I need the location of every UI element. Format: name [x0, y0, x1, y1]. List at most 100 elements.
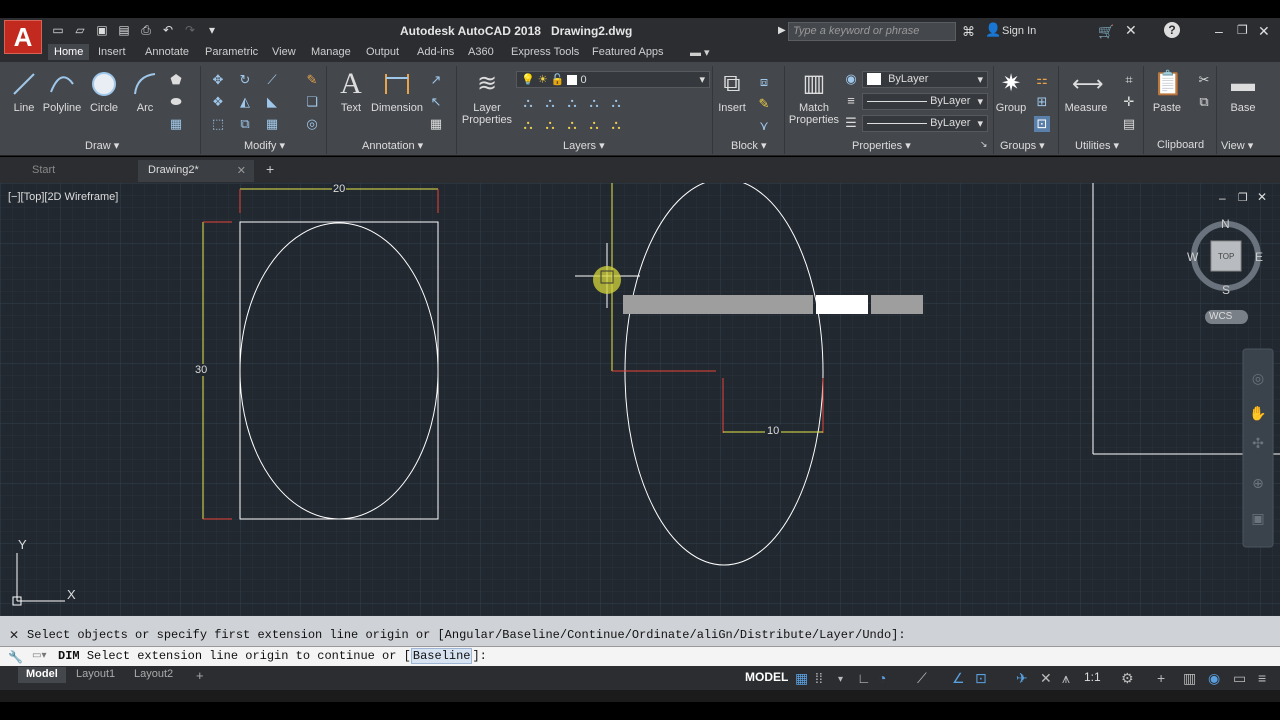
- arc-tool[interactable]: Arc: [118, 70, 172, 114]
- rotate-icon[interactable]: ↻: [237, 72, 253, 88]
- group-label-clipboard[interactable]: Clipboard: [1157, 139, 1204, 151]
- tab-manage[interactable]: Manage: [311, 46, 351, 58]
- lineweight-dropdown[interactable]: ByLayer ▾: [862, 93, 988, 110]
- edit-block-icon[interactable]: ✎: [756, 96, 772, 112]
- steering-wheel-icon[interactable]: ◎: [1252, 371, 1264, 387]
- group-label-layers[interactable]: Layers ▾: [563, 139, 605, 152]
- search-input[interactable]: Type a keyword or phrase: [788, 22, 956, 41]
- isodraft-icon[interactable]: ⟋: [917, 670, 927, 687]
- layer-tool-icon[interactable]: ⛬: [520, 117, 536, 133]
- showmotion-icon[interactable]: ▣: [1251, 511, 1264, 527]
- group-label-groups[interactable]: Groups ▾: [1000, 139, 1045, 152]
- layout-tab-layout1[interactable]: Layout1: [68, 667, 123, 683]
- layer-tool-icon[interactable]: ⛬: [586, 95, 602, 111]
- command-customize-icon[interactable]: 🔧: [8, 650, 23, 664]
- measure-tool[interactable]: ⟷ Measure: [1059, 70, 1113, 114]
- orbit-icon[interactable]: ⊕: [1252, 476, 1264, 492]
- polygon-icon[interactable]: ⬟: [168, 72, 184, 88]
- close-window-icon[interactable]: ✕: [1258, 23, 1270, 40]
- group-label-modify[interactable]: Modify ▾: [244, 139, 285, 152]
- object-snap-icon[interactable]: ⊡: [975, 670, 987, 687]
- leader-icon[interactable]: ↗: [428, 72, 444, 88]
- new-tab-button[interactable]: +: [260, 160, 280, 182]
- group-label-utilities[interactable]: Utilities ▾: [1075, 139, 1119, 152]
- undo-icon[interactable]: ↶: [160, 22, 176, 38]
- object-snap-tracking-icon[interactable]: ∠: [952, 670, 965, 687]
- cart-icon[interactable]: 🛒: [1098, 24, 1114, 40]
- layer-properties-tool[interactable]: ≋ Layer Properties: [460, 70, 514, 126]
- paste-tool[interactable]: 📋 Paste: [1140, 70, 1194, 114]
- snap-mode-icon[interactable]: ⁞⁞: [815, 670, 823, 686]
- cut-icon[interactable]: ✂: [1196, 72, 1212, 88]
- group-edit-icon[interactable]: ⊞: [1034, 94, 1050, 110]
- annotation-monitor-icon[interactable]: +: [1157, 670, 1165, 686]
- match-properties-tool[interactable]: ▥ Match Properties: [787, 70, 841, 126]
- save-icon[interactable]: ▣: [94, 22, 110, 38]
- table-icon[interactable]: ▦: [428, 116, 444, 132]
- layout-tab-layout2[interactable]: Layout2: [126, 667, 181, 683]
- command-prompt[interactable]: DIM Select extension line origin to cont…: [58, 648, 487, 664]
- exchange-icon[interactable]: ✕: [1125, 22, 1137, 39]
- new-file-icon[interactable]: ▭: [50, 22, 66, 38]
- zoom-icon[interactable]: ✣: [1252, 436, 1264, 452]
- open-file-icon[interactable]: ▱: [72, 22, 88, 38]
- copy-clip-icon[interactable]: ⧉: [1196, 94, 1212, 110]
- group-label-annotation[interactable]: Annotation ▾: [362, 139, 423, 152]
- scale-icon[interactable]: ⧉: [237, 116, 253, 132]
- linetype-icon[interactable]: ☰: [843, 115, 859, 131]
- tab-featured-apps[interactable]: Featured Apps: [592, 46, 664, 58]
- dimension-tool[interactable]: Dimension: [370, 70, 424, 114]
- annotation-scale-icon[interactable]: ⩚: [1062, 670, 1070, 687]
- print-icon[interactable]: ⎙: [138, 22, 154, 38]
- trim-icon[interactable]: ⟋: [264, 72, 280, 88]
- layer-tool-icon[interactable]: ⛬: [608, 95, 624, 111]
- linetype-dropdown[interactable]: ByLayer ▾: [862, 115, 988, 132]
- isolate-objects-icon[interactable]: ◉: [1208, 670, 1220, 687]
- layer-tool-icon[interactable]: ⛬: [608, 117, 624, 133]
- customization-icon[interactable]: ≡: [1258, 670, 1266, 686]
- group-select-icon[interactable]: ⊡: [1034, 116, 1050, 132]
- id-point-icon[interactable]: ✛: [1121, 94, 1137, 110]
- move-icon[interactable]: ✥: [210, 72, 226, 88]
- ungroup-icon[interactable]: ⚏: [1034, 72, 1050, 88]
- sign-in-button[interactable]: Sign In: [1002, 25, 1036, 37]
- group-label-draw[interactable]: Draw ▾: [85, 139, 119, 152]
- viewcube-north[interactable]: N: [1221, 217, 1230, 231]
- save-as-icon[interactable]: ▤: [116, 22, 132, 38]
- calculator-icon[interactable]: ▤: [1121, 116, 1137, 132]
- layer-dropdown[interactable]: 💡 ☀ 🔓 0 ▾: [516, 71, 710, 88]
- layer-tool-icon[interactable]: ⛬: [542, 95, 558, 111]
- tab-express-tools[interactable]: Express Tools: [511, 46, 579, 58]
- base-view-tool[interactable]: ▬ Base: [1216, 70, 1270, 114]
- viewcube-west[interactable]: W: [1187, 250, 1198, 264]
- offset-icon[interactable]: ◎: [304, 116, 320, 132]
- viewcube-east[interactable]: E: [1255, 250, 1263, 264]
- layer-tool-icon[interactable]: ⛬: [586, 117, 602, 133]
- layer-tool-icon[interactable]: ⛬: [542, 117, 558, 133]
- viewcube-top-label[interactable]: TOP: [1218, 252, 1234, 261]
- layer-tool-icon[interactable]: ⛬: [520, 95, 536, 111]
- group-label-block[interactable]: Block ▾: [731, 139, 766, 152]
- layer-tool-icon[interactable]: ⛬: [564, 95, 580, 111]
- tab-annotate[interactable]: Annotate: [145, 46, 189, 58]
- create-block-icon[interactable]: ⧈: [756, 74, 772, 90]
- layer-tool-icon[interactable]: ⛬: [564, 117, 580, 133]
- panel-launcher-icon[interactable]: ↘: [980, 139, 988, 150]
- ribbon-minimize-icon[interactable]: ▬ ▾: [690, 46, 710, 59]
- color-dropdown[interactable]: ByLayer ▾: [862, 71, 988, 88]
- doc-tab-start[interactable]: Start: [22, 160, 134, 182]
- fillet-icon[interactable]: ◣: [264, 94, 280, 110]
- array-icon[interactable]: ▦: [264, 116, 280, 132]
- viewport-controls-label[interactable]: [−][Top][2D Wireframe]: [8, 191, 118, 203]
- group-label-properties[interactable]: Properties ▾: [852, 139, 911, 152]
- clean-screen-icon[interactable]: ▭: [1233, 670, 1246, 687]
- dynamic-input-field[interactable]: [816, 295, 868, 314]
- workspace-gear-icon[interactable]: ⚙: [1121, 670, 1134, 687]
- model-space-button[interactable]: MODEL: [745, 670, 788, 684]
- tab-home[interactable]: Home: [48, 44, 90, 60]
- ortho-icon[interactable]: ∟: [857, 670, 871, 686]
- tab-view[interactable]: View: [272, 46, 296, 58]
- quick-calc-icon[interactable]: ⌗: [1121, 72, 1137, 88]
- copy-icon[interactable]: ❖: [210, 94, 226, 110]
- viewport-minimize-icon[interactable]: –: [1219, 191, 1226, 205]
